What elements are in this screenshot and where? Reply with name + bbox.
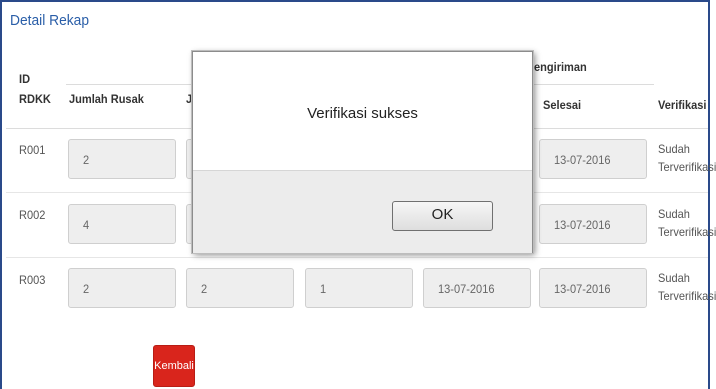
header-verifikasi: Verifikasi xyxy=(658,98,707,112)
alert-dialog: Verifikasi sukses OK xyxy=(192,51,533,253)
jumlah-rusak-field: 2 xyxy=(68,268,176,308)
row-divider xyxy=(6,257,708,258)
jumlah-rusak-field: 4 xyxy=(68,204,176,244)
header-id: ID xyxy=(19,72,31,86)
selesai-field: 13-07-2016 xyxy=(539,268,647,308)
verification-status: Sudah Terverifikasi xyxy=(658,269,716,305)
row-id: R002 xyxy=(19,208,46,222)
panel-title: Detail Rekap xyxy=(10,12,90,29)
header-rdkk: RDKK xyxy=(19,92,51,106)
status-line-2: Terverifikasi xyxy=(658,160,716,174)
dialog-message: Verifikasi sukses xyxy=(307,105,418,122)
kembali-button[interactable]: Kembali xyxy=(153,345,195,387)
header-jumlah-rusak: Jumlah Rusak xyxy=(69,92,144,106)
status-line-2: Terverifikasi xyxy=(658,289,716,303)
row-id: R003 xyxy=(19,273,46,287)
status-line-1: Sudah xyxy=(658,207,690,221)
status-line-1: Sudah xyxy=(658,142,690,156)
header-group-pengiriman: engiriman xyxy=(534,60,587,74)
verification-status: Sudah Terverifikasi xyxy=(658,140,716,176)
column-2-field: 2 xyxy=(186,268,294,308)
selesai-field: 13-07-2016 xyxy=(539,204,647,244)
verification-status: Sudah Terverifikasi xyxy=(658,205,716,241)
header-selesai: Selesai xyxy=(543,98,582,112)
column-3-field: 1 xyxy=(305,268,413,308)
jumlah-rusak-field: 2 xyxy=(68,139,176,179)
dialog-footer: OK xyxy=(193,170,532,253)
column-4-field: 13-07-2016 xyxy=(423,268,531,308)
status-line-2: Terverifikasi xyxy=(658,225,716,239)
selesai-field: 13-07-2016 xyxy=(539,139,647,179)
row-id: R001 xyxy=(19,143,46,157)
status-line-1: Sudah xyxy=(658,271,690,285)
ok-button[interactable]: OK xyxy=(392,201,493,231)
